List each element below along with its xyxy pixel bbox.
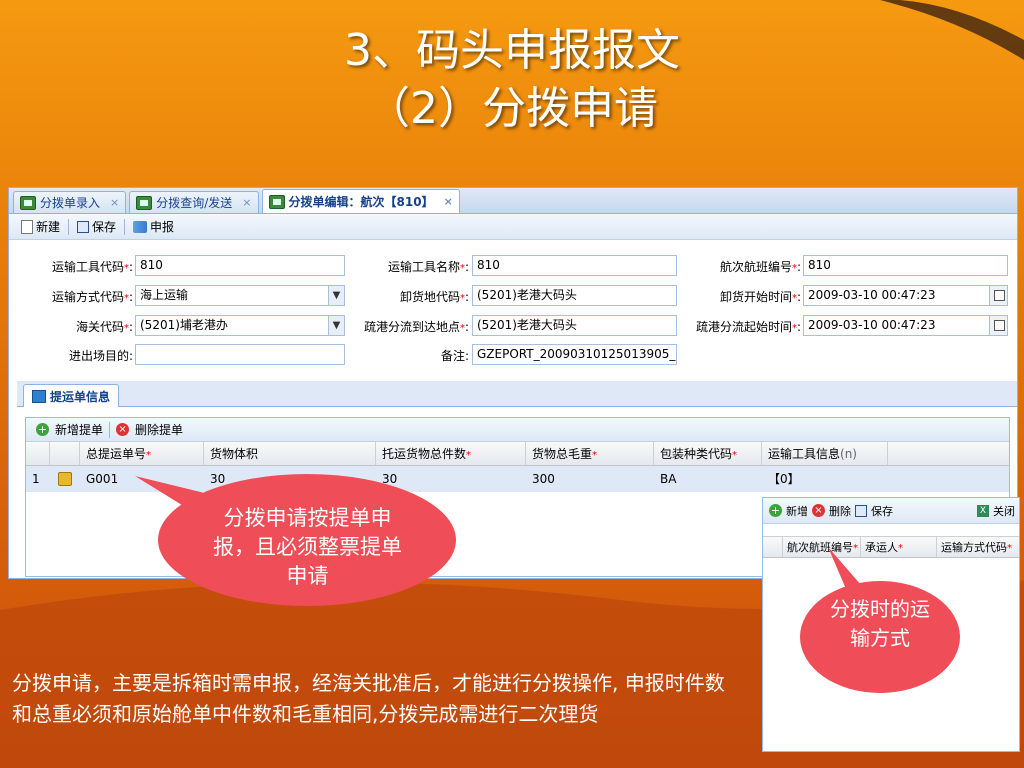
transport-name-field[interactable]: 810 — [472, 255, 677, 276]
transport-code-field[interactable]: 810 — [135, 255, 345, 276]
dist-start-label: 疏港分流起始时间*: — [695, 320, 801, 334]
transport-cell: 【0】 — [768, 472, 800, 486]
transport-code-label: 运输工具代码*: — [51, 260, 133, 274]
lock-header — [50, 442, 80, 465]
add-icon: + — [36, 423, 49, 436]
save-icon — [855, 504, 867, 517]
document-icon — [20, 195, 36, 210]
new-button[interactable]: 新建 — [17, 218, 64, 235]
document-icon — [136, 195, 153, 210]
remark-field[interactable]: GZEPORT_20090310125013905_ — [472, 344, 677, 365]
column-header[interactable]: 包装种类代码* — [654, 442, 762, 465]
unload-place-label: 卸货地代码*: — [399, 290, 469, 304]
row-number-header — [763, 537, 783, 557]
voyage-field[interactable]: 810 — [803, 255, 1008, 276]
dest-label: 疏港分流到达地点*: — [363, 320, 469, 334]
unload-start-field[interactable]: 2009-03-10 00:47:23 — [803, 285, 1008, 306]
tab-bill-info[interactable]: 提运单信息 — [23, 384, 120, 407]
slide-title-line1: 3、码头申报报文 — [344, 25, 680, 76]
calendar-icon[interactable] — [989, 286, 1007, 305]
dest-field[interactable]: (5201)老港大码头 — [472, 315, 677, 336]
purpose-field[interactable] — [135, 344, 345, 365]
toolbar: 新建 保存 申报 — [9, 214, 1017, 240]
new-button-label: 新建 — [36, 220, 61, 234]
calendar-icon[interactable] — [989, 316, 1007, 335]
checkbox-icon — [32, 389, 46, 403]
add-bill-button[interactable]: 新增提单 — [55, 421, 103, 438]
tab-dispatch-entry[interactable]: 分拨单录入 × — [13, 191, 127, 213]
toolbar-separator — [68, 218, 70, 235]
delete-icon: × — [812, 504, 825, 517]
slide-title: 3、码头申报报文 （2）分拨申请 — [0, 22, 1024, 138]
callout-text: 分拨申请按提单申报，且必须整票提单申请 — [213, 506, 402, 588]
toolbar-separator — [109, 421, 111, 438]
chevron-down-icon[interactable]: ▼ — [328, 286, 344, 305]
document-icon — [268, 194, 285, 209]
remark-label: 备注: — [440, 349, 469, 363]
header-form: 运输工具代码*: 810 运输工具名称*: 810 航次航班编号*: 810 运… — [9, 240, 1017, 365]
new-document-icon — [21, 219, 33, 234]
body-text: 分拨申请，主要是拆箱时需申报，经海关批准后，才能进行分拨操作, 申报时件数和总重… — [12, 671, 725, 726]
customs-select[interactable]: (5201)埔老港办 ▼ — [135, 315, 345, 336]
grid-toolbar: + 新增提单 × 删除提单 — [26, 418, 1009, 442]
package-cell: BA — [660, 472, 677, 486]
delete-icon: × — [116, 423, 130, 436]
declare-button[interactable]: 申报 — [129, 218, 178, 235]
tab-label: 分拨单录入 — [40, 196, 101, 210]
column-header[interactable]: 运输工具信息(n) — [762, 442, 888, 465]
save-button[interactable]: 保存 — [73, 218, 120, 235]
close-icon[interactable]: × — [242, 196, 251, 209]
close-icon[interactable]: × — [110, 196, 119, 209]
panel-close-button[interactable]: 关闭 — [993, 503, 1015, 519]
callout-text: 分拨时的运输方式 — [830, 597, 930, 650]
tab-bill-info-label: 提运单信息 — [50, 389, 111, 404]
tab-bar: 分拨单录入 × 分拨查询/发送 × 分拨单编辑：航次【810】 × — [9, 188, 1017, 214]
panel-delete-button[interactable]: 删除 — [829, 503, 851, 519]
weight-cell: 300 — [532, 472, 555, 486]
row-number: 1 — [32, 472, 40, 486]
transport-mode-select[interactable]: 海上运输 ▼ — [135, 285, 345, 306]
lock-icon — [50, 466, 80, 492]
slide-title-line2: （2）分拨申请 — [366, 83, 658, 134]
row-number-header — [26, 442, 50, 465]
save-button-label: 保存 — [92, 220, 117, 234]
add-icon: + — [769, 504, 782, 517]
declare-button-label: 申报 — [150, 220, 175, 234]
column-header[interactable]: 托运货物总件数* — [376, 442, 526, 465]
send-icon — [133, 220, 148, 233]
toolbar-separator — [124, 218, 126, 235]
tab-label: 分拨单编辑：航次【810】 — [288, 195, 434, 209]
column-header[interactable]: 货物体积 — [204, 442, 376, 465]
subpanel-tabbar: 提运单信息 — [17, 381, 1017, 407]
save-icon — [77, 220, 90, 233]
grid-header: 总提运单号* 货物体积 托运货物总件数* 货物总毛重* 包装种类代码* 运输工具… — [26, 442, 1009, 466]
panel-toolbar: + 新增 × 删除 保存 X 关闭 — [763, 498, 1019, 524]
tab-dispatch-query[interactable]: 分拨查询/发送 × — [129, 191, 259, 213]
customs-label: 海关代码*: — [75, 320, 133, 334]
unload-place-field[interactable]: (5201)老港大码头 — [472, 285, 677, 306]
unload-start-label: 卸货开始时间*: — [719, 290, 801, 304]
panel-save-button[interactable]: 保存 — [871, 503, 893, 519]
column-header[interactable]: 总提运单号* — [80, 442, 204, 465]
transport-name-label: 运输工具名称*: — [387, 260, 469, 274]
voyage-label: 航次航班编号*: — [719, 260, 801, 274]
transport-mode-label: 运输方式代码*: — [51, 290, 133, 304]
tab-dispatch-edit[interactable]: 分拨单编辑：航次【810】 × — [261, 189, 460, 213]
purpose-label: 进出场目的: — [68, 349, 133, 363]
panel-add-button[interactable]: 新增 — [786, 503, 808, 519]
column-header[interactable]: 货物总毛重* — [526, 442, 654, 465]
dist-start-field[interactable]: 2009-03-10 00:47:23 — [803, 315, 1008, 336]
chevron-down-icon[interactable]: ▼ — [328, 316, 344, 335]
excel-icon: X — [977, 504, 989, 517]
tab-label: 分拨查询/发送 — [156, 196, 233, 210]
delete-bill-button[interactable]: 删除提单 — [135, 421, 183, 438]
close-icon[interactable]: × — [444, 195, 453, 208]
